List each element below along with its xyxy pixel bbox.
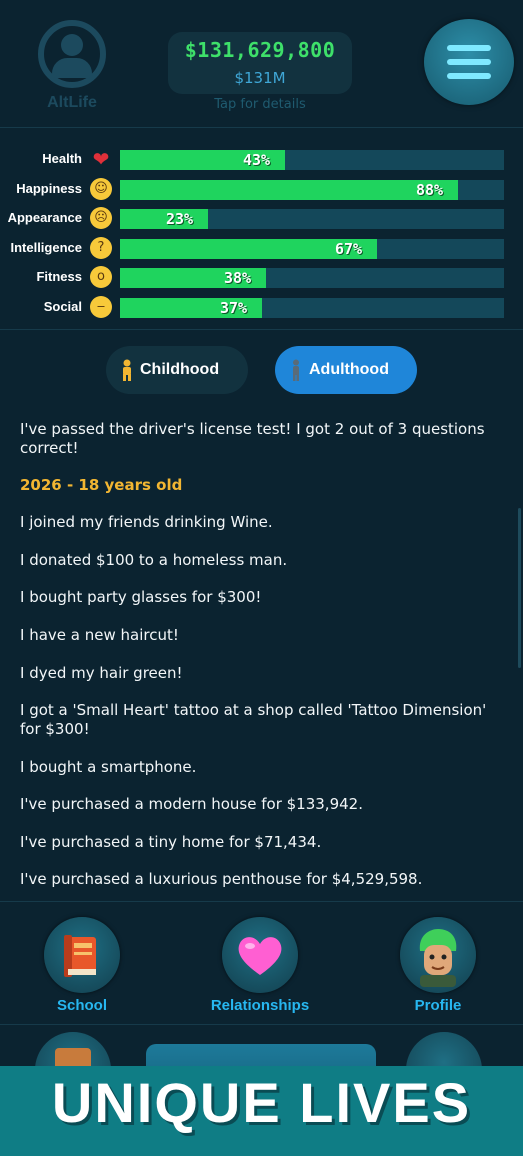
stat-label: Appearance (7, 210, 82, 226)
tab-childhood[interactable]: Childhood (106, 346, 248, 394)
stat-percent: 88% (416, 180, 444, 199)
nav-profile-button[interactable] (400, 917, 476, 993)
promo-banner: UNIQUE LIVES (0, 1066, 523, 1156)
money-display[interactable]: $131,629,800 $131M (168, 32, 352, 94)
log-entry: I bought a smartphone. (20, 758, 197, 776)
stat-label: Health (42, 151, 82, 166)
nav-more-button[interactable] (406, 1032, 482, 1066)
stat-label: Intelligence (10, 239, 82, 255)
nav-school-button[interactable] (44, 917, 120, 993)
stat-row-fitness: Fitness o 38% (0, 266, 523, 290)
stat-bar-track: 38% (120, 268, 504, 289)
grinning-face-icon: ☺ (90, 177, 112, 200)
nav-second-row (0, 1026, 523, 1066)
hamburger-icon (447, 45, 491, 51)
menu-button[interactable] (424, 19, 514, 105)
stat-row-happiness: Happiness ☺ 88% (0, 177, 523, 202)
stat-label: Happiness (16, 180, 82, 196)
stat-row-intelligence: Intelligence? 67% (0, 236, 523, 261)
tap-for-details-hint: Tap for details (214, 97, 306, 112)
heart-icon (238, 937, 282, 975)
books-icon (64, 935, 96, 977)
fearful-face-icon: ☹ (90, 207, 112, 230)
thinking-face-icon: ? (90, 236, 112, 259)
stat-label: Fitness (36, 269, 82, 285)
nav-profile[interactable]: Profile (378, 915, 498, 1015)
bottom-nav: School Relationships Profile (0, 903, 523, 1025)
log-entry: I dyed my hair green! (20, 664, 183, 682)
stat-bar-track: 23% (120, 209, 504, 230)
nav-school-label: School (56, 997, 107, 1014)
nav-relationships[interactable]: Relationships (200, 915, 320, 1015)
child-icon (123, 359, 131, 381)
stat-bar-fill (120, 179, 458, 200)
stat-percent: 23% (166, 210, 194, 229)
stat-bar-fill (120, 209, 208, 230)
heart-icon: ❤ (92, 147, 110, 171)
life-event-log[interactable]: I've passed the driver's license test! I… (0, 408, 523, 902)
app-logo: AltLife (36, 20, 108, 116)
money-short-amount: $131M (234, 69, 286, 87)
age-up-button[interactable] (146, 1044, 376, 1066)
briefcase-icon (55, 1048, 91, 1066)
hamburger-icon (447, 73, 491, 79)
stat-percent: 43% (243, 151, 271, 169)
stat-percent: 37% (220, 299, 248, 317)
life-stage-tabs: Childhood Adulthood (0, 340, 523, 408)
nav-profile-label: Profile (414, 997, 462, 1014)
stat-label: Social (43, 299, 82, 314)
stats-panel: Health ❤ 43% Happiness ☺ 88% Appearance ☹ 23% Int… (0, 140, 523, 330)
hamburger-icon (447, 59, 491, 65)
stat-row-appearance: Appearance ☹ 23% (0, 207, 523, 231)
stat-percent: 38% (224, 269, 252, 288)
tab-childhood-label: Childhood (140, 361, 220, 378)
neutral-face-icon: ‒ (90, 296, 112, 318)
tab-adulthood[interactable]: Adulthood (275, 346, 417, 394)
tab-adulthood-label: Adulthood (309, 361, 389, 378)
log-entry: I've purchased a luxurious penthouse for… (20, 870, 423, 888)
log-entry: I bought party glasses for $300! (20, 588, 262, 606)
promo-banner-text: UNIQUE LIVES (51, 1071, 472, 1134)
log-entry: I joined my friends drinking Wine. (20, 513, 273, 531)
stat-bar-track: 88% (120, 179, 504, 200)
log-entry: I have a new haircut! (20, 626, 179, 644)
logo-person-body-icon (52, 58, 92, 78)
nav-relationships-button[interactable] (222, 917, 298, 993)
log-entry: I've purchased a tiny home for $71,434. (20, 833, 322, 851)
log-scrollbar[interactable] (518, 508, 521, 668)
log-entry: I've purchased a modern house for $133,9… (20, 795, 363, 813)
nav-school[interactable]: School (22, 915, 142, 1015)
log-entry: I got a 'Small Heart' tattoo at a shop c… (20, 701, 487, 738)
stat-row-social: Social ‒ 37% (0, 296, 523, 320)
log-entry: I've passed the driver's license test! I… (20, 420, 485, 457)
logo-person-head-icon (61, 34, 83, 56)
yawning-face-icon: o (90, 266, 112, 289)
stat-bar-track: 43% (120, 150, 504, 170)
log-year-heading: 2026 - 18 years old (20, 476, 183, 494)
adult-icon (293, 359, 299, 381)
logo-text: AltLife (47, 94, 97, 111)
stat-bar-track: 67% (120, 238, 504, 259)
stat-percent: 67% (335, 239, 363, 258)
nav-relationships-label: Relationships (210, 997, 310, 1014)
log-entry: I donated $100 to a homeless man. (20, 551, 288, 569)
header: AltLife $131,629,800 $131M Tap for detai… (0, 0, 523, 128)
avatar (419, 929, 457, 987)
stat-row-health: Health ❤ 43% (0, 148, 523, 172)
money-amount: $131,629,800 (184, 38, 336, 62)
stat-bar-track: 37% (120, 298, 504, 318)
